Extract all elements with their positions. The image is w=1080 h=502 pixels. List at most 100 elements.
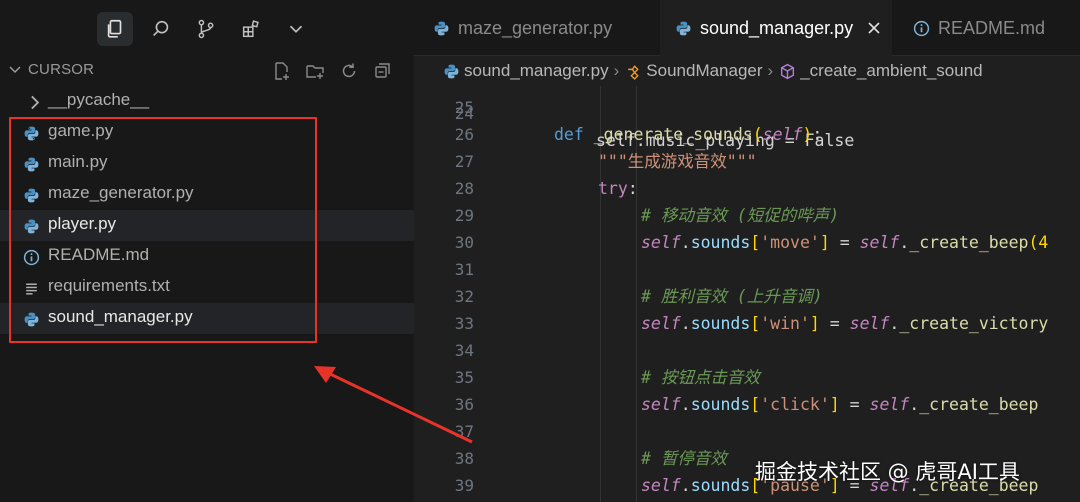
comment-token: # 移动音效 (短促的哔声) xyxy=(641,206,840,225)
attribute-token: sounds xyxy=(690,395,751,414)
string-token: 'click' xyxy=(760,395,830,414)
python-icon xyxy=(674,19,692,37)
line-number: 25 xyxy=(454,98,474,117)
code-text: self.sounds['move'] = self._create_beep(… xyxy=(641,233,1049,252)
chevron-down-icon[interactable] xyxy=(8,63,22,77)
class-icon xyxy=(624,62,642,80)
self-token: self xyxy=(641,476,681,495)
code-line: 33 self.sounds['win'] = self._create_vict… xyxy=(414,310,1080,337)
code-text: # 按钮点击音效 xyxy=(641,364,760,391)
line-number: 26 xyxy=(454,125,474,144)
self-token: self xyxy=(869,395,910,414)
activity-bar xyxy=(0,0,414,56)
code-line: 29 # 移动音效 (短促的哔声) xyxy=(414,202,1080,229)
extensions-icon[interactable] xyxy=(233,12,269,46)
explorer-header[interactable]: CURSOR xyxy=(0,58,414,84)
new-folder-icon[interactable] xyxy=(304,60,326,82)
tab-maze-generator[interactable]: maze_generator.py xyxy=(432,0,612,56)
self-token: self xyxy=(859,233,900,252)
code-text: def _generate_sounds(self): xyxy=(554,125,823,144)
breadcrumb-file[interactable]: sound_manager.py xyxy=(464,61,609,81)
tab-readme[interactable]: README.md xyxy=(912,0,1045,56)
keyword-token: try xyxy=(598,179,628,198)
string-token: 'move' xyxy=(760,233,820,252)
comment-token: # 胜利音效 (上升音调) xyxy=(641,287,823,306)
code-text: # 移动音效 (短促的哔声) xyxy=(641,202,839,229)
line-number: 31 xyxy=(454,260,474,279)
explorer-title: CURSOR xyxy=(28,61,95,78)
code-line: 34 xyxy=(414,337,1080,364)
search-icon[interactable] xyxy=(143,12,179,46)
code-line: 28 try: xyxy=(414,175,1080,202)
python-icon xyxy=(442,62,460,80)
code-line: 27 """生成游戏音效""" xyxy=(414,148,1080,175)
function-call-token: _create_beep xyxy=(919,395,1039,414)
tab-label: maze_generator.py xyxy=(458,17,613,38)
code-line: 31 xyxy=(414,256,1080,283)
watermark: 掘金技术社区 @ 虎哥AI工具 xyxy=(755,460,1020,484)
tab-bar: maze_generator.py sound_manager.py READM… xyxy=(414,0,1080,56)
collapse-all-icon[interactable] xyxy=(372,60,394,82)
docstring-token: """生成游戏音效""" xyxy=(598,152,757,171)
method-icon xyxy=(778,62,796,80)
explorer-icon[interactable] xyxy=(97,12,133,46)
line-number: 27 xyxy=(454,152,474,171)
comment-token: # 暂停音效 xyxy=(641,449,727,468)
function-name-token: _generate_sounds xyxy=(593,125,753,144)
tree-folder-pycache[interactable]: __pycache__ xyxy=(0,86,414,117)
code-text: self.sounds['click'] = self._create_beep xyxy=(641,395,1039,414)
chevron-right-icon xyxy=(26,93,44,111)
self-token: self xyxy=(641,233,681,252)
chevron-right-icon: › xyxy=(767,61,774,80)
editor-area: maze_generator.py sound_manager.py READM… xyxy=(414,0,1080,502)
refresh-icon[interactable] xyxy=(338,60,360,82)
breadcrumb-class[interactable]: SoundManager xyxy=(646,61,762,81)
new-file-icon[interactable] xyxy=(270,60,292,82)
code-line: 36 self.sounds['click'] = self._create_be… xyxy=(414,391,1080,418)
code-line: 25 xyxy=(414,94,1080,121)
chevron-right-icon: › xyxy=(613,61,620,80)
code-text: # 胜利音效 (上升音调) xyxy=(641,283,823,310)
code-tail-token: (4 xyxy=(1028,233,1049,252)
line-number: 30 xyxy=(454,233,474,252)
chevron-down-icon[interactable] xyxy=(278,12,314,46)
self-token: self xyxy=(641,314,681,333)
code-text: # 暂停音效 xyxy=(641,445,727,472)
annotation-highlight-box xyxy=(9,117,317,343)
self-token: self xyxy=(849,314,890,333)
code-line: 32 # 胜利音效 (上升音调) xyxy=(414,283,1080,310)
code-line: 30 self.sounds['move'] = self._create_bee… xyxy=(414,229,1080,256)
breadcrumb-method[interactable]: _create_ambient_sound xyxy=(800,61,982,81)
tab-sound-manager[interactable]: sound_manager.py xyxy=(660,0,892,56)
line-number: 39 xyxy=(454,476,474,495)
tab-label: sound_manager.py xyxy=(700,17,854,38)
string-token: 'win' xyxy=(760,314,810,333)
breadcrumb: sound_manager.py › SoundManager › _creat… xyxy=(414,56,1080,86)
code-line: 37 xyxy=(414,418,1080,445)
code-text: try: xyxy=(598,179,638,198)
line-number: 37 xyxy=(454,422,474,441)
code-text: self.sounds['win'] = self._create_victor… xyxy=(641,314,1049,333)
code-editor[interactable]: 24 self.music_playing = False 25 26 def _g… xyxy=(414,86,1080,502)
close-icon[interactable] xyxy=(865,19,883,37)
tab-label: README.md xyxy=(938,17,1046,38)
code-line: 26 def _generate_sounds(self): xyxy=(414,121,1080,148)
attribute-token: sounds xyxy=(690,233,751,252)
python-icon xyxy=(432,19,450,37)
line-number: 33 xyxy=(454,314,474,333)
info-icon xyxy=(912,19,930,37)
attribute-token: sounds xyxy=(690,476,751,495)
line-number: 38 xyxy=(454,449,474,468)
line-number: 34 xyxy=(454,341,474,360)
param-token: self xyxy=(762,125,803,144)
code-line: 35 # 按钮点击音效 xyxy=(414,364,1080,391)
function-call-token: _create_beep xyxy=(909,233,1029,252)
line-number: 35 xyxy=(454,368,474,387)
code-text: """生成游戏音效""" xyxy=(598,148,757,175)
keyword-token: def xyxy=(554,125,584,144)
line-number: 28 xyxy=(454,179,474,198)
line-number: 36 xyxy=(454,395,474,414)
tree-item-label: __pycache__ xyxy=(48,90,150,109)
comment-token: # 按钮点击音效 xyxy=(641,368,760,387)
source-control-icon[interactable] xyxy=(188,12,224,46)
